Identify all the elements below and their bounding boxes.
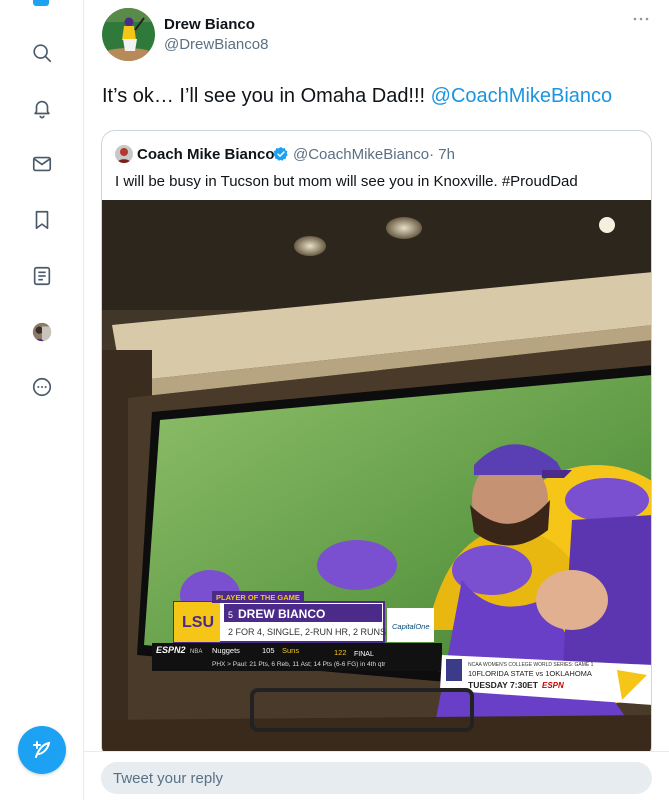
- more-options-icon[interactable]: [631, 14, 651, 24]
- tv-ticker-status: FINAL: [354, 651, 374, 658]
- tv-promo-top: NCAA WOMEN'S COLLEGE WORLD SERIES: GAME …: [468, 662, 594, 668]
- tweet-text: It’s ok… I’ll see you in Omaha Dad!!! @C…: [102, 85, 612, 108]
- tv-promo-time: TUESDAY 7:30ET: [468, 680, 539, 690]
- compose-tweet-icon: [33, 741, 51, 758]
- author-avatar[interactable]: [102, 8, 155, 61]
- tweet-mention-link[interactable]: @CoachMikeBianco: [431, 85, 613, 107]
- quoted-handle-text[interactable]: @CoachMikeBianco: [293, 146, 429, 163]
- tv-promo-matchup: 10FLORIDA STATE vs 1OKLAHOMA: [468, 669, 592, 678]
- tweet-detail: Drew Bianco @DrewBianco8 It’s ok… I’ll s…: [84, 0, 669, 800]
- tv-player-number: 5: [228, 610, 233, 620]
- tv-promo-network: ESPN: [542, 681, 564, 690]
- tv-network-logo: ESPN2: [156, 645, 186, 655]
- reply-bar: Tweet your reply: [84, 751, 669, 800]
- tv-badge: PLAYER OF THE GAME: [216, 593, 300, 602]
- profile-avatar-icon[interactable]: [28, 318, 56, 346]
- tv-team-logo: LSU: [182, 614, 214, 631]
- tv-ticker-league: NBA: [190, 649, 202, 655]
- home-icon-partial[interactable]: [33, 0, 49, 6]
- quoted-tweet-photo[interactable]: LSU 5 DREW BIANCO 2 FOR 4, SINGLE, 2-RUN…: [102, 200, 652, 760]
- bookmark-icon[interactable]: [28, 206, 56, 234]
- author-handle[interactable]: @DrewBianco8: [164, 36, 268, 53]
- quoted-timestamp[interactable]: · 7h: [429, 146, 455, 163]
- search-icon[interactable]: [28, 39, 56, 67]
- bell-icon[interactable]: [28, 94, 56, 122]
- tv-player-name: DREW BIANCO: [238, 607, 325, 621]
- mail-icon[interactable]: [28, 150, 56, 178]
- tv-ticker-team1: Nuggets: [212, 646, 240, 655]
- more-circle-icon[interactable]: [28, 373, 56, 401]
- verified-badge-icon: [273, 147, 288, 161]
- quoted-author-name[interactable]: Coach Mike Bianco: [137, 146, 275, 163]
- quoted-author-handle: @CoachMikeBianco· 7h: [293, 146, 455, 163]
- tv-player-stats: 2 FOR 4, SINGLE, 2-RUN HR, 2 RUNS: [228, 627, 386, 637]
- tweet-reply-input[interactable]: Tweet your reply: [101, 762, 652, 794]
- tv-ticker-note: PHX > Paul: 21 Pts, 6 Reb, 11 Ast; 14 Pt…: [212, 661, 386, 668]
- tv-ticker-score1: 105: [262, 646, 275, 655]
- quoted-tweet-text: I will be busy in Tucson but mom will se…: [115, 173, 578, 190]
- quoted-author-avatar: [115, 145, 133, 163]
- tv-sponsor: CapitalOne: [392, 622, 430, 631]
- quoted-tweet-card[interactable]: Coach Mike Bianco @CoachMikeBianco· 7h I…: [101, 130, 652, 760]
- sidebar-nav: [0, 0, 84, 800]
- compose-tweet-button[interactable]: [18, 726, 66, 774]
- tweet-body: It’s ok… I’ll see you in Omaha Dad!!!: [102, 85, 431, 107]
- author-name[interactable]: Drew Bianco: [164, 16, 255, 33]
- tv-ticker-score2: 122: [334, 648, 347, 657]
- list-icon[interactable]: [28, 262, 56, 290]
- tv-ticker-team2: Suns: [282, 646, 299, 655]
